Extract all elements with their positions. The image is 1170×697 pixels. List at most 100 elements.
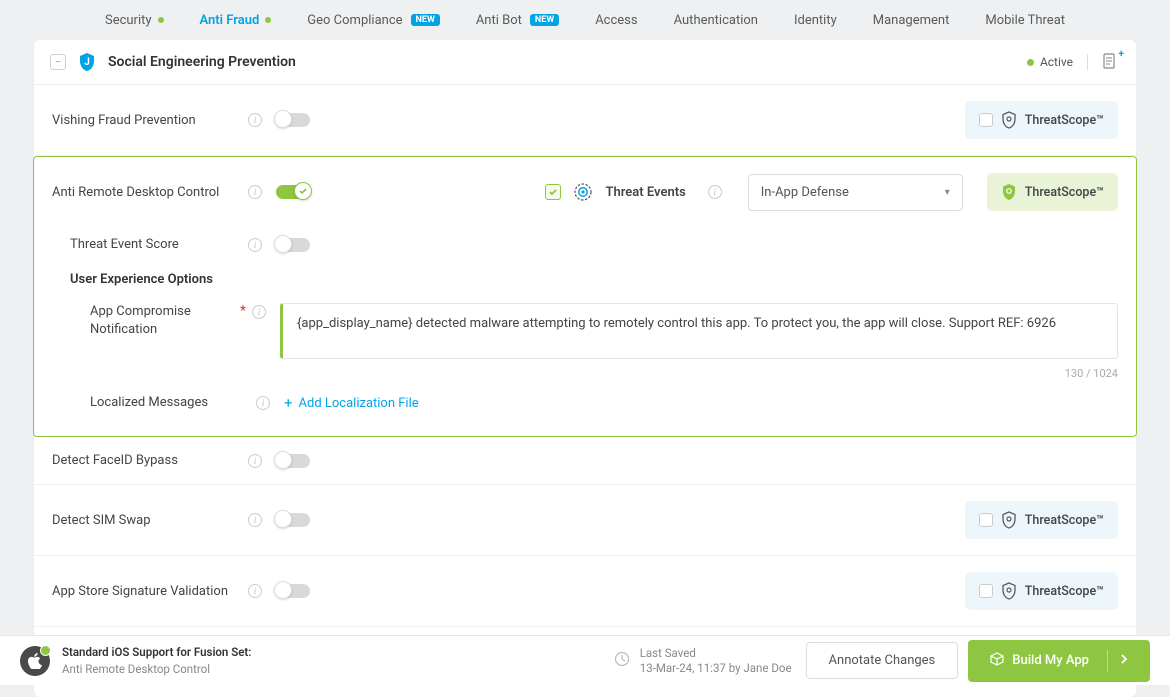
chevron-right-icon — [1120, 653, 1128, 669]
dropdown-value: In-App Defense — [761, 185, 849, 200]
add-localization-label: Add Localization File — [299, 396, 419, 411]
tab-label: Identity — [794, 13, 837, 28]
shield-icon — [1001, 183, 1017, 201]
tab-identity[interactable]: Identity — [776, 0, 855, 40]
collapse-button[interactable]: − — [50, 54, 66, 70]
defense-dropdown[interactable]: In-App Defense ▾ — [748, 174, 963, 211]
row-label: Detect FaceID Bypass — [52, 453, 248, 468]
tab-authentication[interactable]: Authentication — [656, 0, 776, 40]
row-label: Detect SIM Swap — [52, 513, 248, 528]
threatscope-label: ThreatScope™ — [1025, 185, 1104, 200]
toggle-appstore-signature[interactable] — [276, 584, 310, 598]
divider — [1107, 650, 1108, 672]
cube-icon — [990, 652, 1004, 670]
add-document-button[interactable] — [1102, 53, 1120, 71]
tab-anti-bot[interactable]: Anti Bot NEW — [458, 0, 577, 40]
tab-management[interactable]: Management — [855, 0, 968, 40]
toggle-vishing[interactable] — [276, 113, 310, 127]
threatscope-badge[interactable]: ThreatScope™ — [965, 101, 1118, 139]
tab-geo-compliance[interactable]: Geo Compliance NEW — [289, 0, 458, 40]
toggle-sim-swap[interactable] — [276, 513, 310, 527]
shield-icon — [1001, 111, 1017, 129]
annotate-changes-button[interactable]: Annotate Changes — [806, 642, 959, 679]
info-icon[interactable]: i — [248, 113, 262, 127]
tab-anti-fraud[interactable]: Anti Fraud — [182, 0, 290, 40]
tab-label: Anti Fraud — [200, 13, 260, 28]
info-icon[interactable]: i — [248, 454, 262, 468]
toggle-threat-event-score[interactable] — [276, 238, 310, 252]
toggle-faceid-bypass[interactable] — [276, 454, 310, 468]
prevention-card: − J Social Engineering Prevention Active… — [34, 40, 1136, 697]
divider — [1087, 54, 1088, 70]
threatscope-label: ThreatScope™ — [1025, 513, 1104, 528]
status-dot-icon — [1027, 59, 1034, 66]
threat-events-label: Threat Events — [605, 185, 685, 200]
svg-text:J: J — [84, 57, 90, 68]
threatscope-badge[interactable]: ThreatScope™ — [987, 173, 1118, 211]
active-status: Active — [1027, 55, 1073, 69]
shield-icon — [1001, 511, 1017, 529]
build-my-app-button[interactable]: Build My App — [968, 640, 1150, 682]
tab-label: Geo Compliance — [307, 13, 402, 28]
threatscope-badge[interactable]: ThreatScope™ — [965, 501, 1118, 539]
notification-label: App Compromise Notification — [90, 303, 240, 339]
footer-subtitle: Anti Remote Desktop Control — [62, 661, 251, 677]
shield-icon: J — [78, 52, 96, 72]
tab-label: Mobile Threat — [985, 13, 1065, 28]
apple-icon — [20, 646, 50, 676]
status-label: Active — [1040, 55, 1073, 69]
toggle-anti-remote-desktop[interactable] — [276, 185, 310, 199]
card-header: − J Social Engineering Prevention Active — [34, 40, 1136, 85]
row-appstore-signature: App Store Signature Validation i ThreatS… — [34, 556, 1136, 627]
user-experience-heading: User Experience Options — [70, 272, 248, 287]
threat-events-checkbox[interactable] — [545, 184, 561, 200]
status-dot-icon — [158, 17, 164, 23]
row-label: Anti Remote Desktop Control — [52, 185, 248, 200]
add-localization-button[interactable]: + Add Localization File — [284, 394, 419, 412]
threatscope-badge[interactable]: ThreatScope™ — [965, 572, 1118, 610]
row-anti-remote-desktop: Anti Remote Desktop Control i Threat Eve… — [33, 156, 1137, 437]
tab-label: Authentication — [674, 13, 758, 28]
threatscope-label: ThreatScope™ — [1025, 113, 1104, 128]
tab-access[interactable]: Access — [577, 0, 655, 40]
plus-icon: + — [284, 394, 293, 412]
tab-label: Access — [595, 13, 637, 28]
chevron-down-icon: ▾ — [945, 187, 950, 198]
checkbox[interactable] — [979, 513, 993, 527]
tab-label: Management — [873, 13, 950, 28]
required-star-icon: * — [240, 303, 246, 319]
info-icon[interactable]: i — [248, 513, 262, 527]
info-icon[interactable]: i — [256, 396, 270, 410]
sub-options: Threat Event Score i User Experience Opt… — [34, 227, 1136, 436]
sub-label: Threat Event Score — [70, 237, 248, 252]
shield-icon — [1001, 582, 1017, 600]
notification-textarea[interactable] — [280, 303, 1118, 359]
footer-bar: Standard iOS Support for Fusion Set: Ant… — [0, 635, 1170, 685]
info-icon[interactable]: i — [248, 238, 262, 252]
row-label: Vishing Fraud Prevention — [52, 113, 248, 128]
tab-security[interactable]: Security — [87, 0, 182, 40]
tab-mobile-threat[interactable]: Mobile Threat — [967, 0, 1083, 40]
row-faceid-bypass: Detect FaceID Bypass i — [34, 437, 1136, 485]
row-vishing: Vishing Fraud Prevention i ThreatScope™ — [34, 85, 1136, 156]
checkbox[interactable] — [979, 584, 993, 598]
info-icon[interactable]: i — [248, 584, 262, 598]
top-nav: Security Anti Fraud Geo Compliance NEW A… — [0, 0, 1170, 40]
info-icon[interactable]: i — [708, 185, 722, 199]
row-label: App Store Signature Validation — [52, 584, 248, 599]
info-icon[interactable]: i — [252, 305, 266, 319]
footer-title: Standard iOS Support for Fusion Set: — [62, 644, 251, 660]
button-label: Annotate Changes — [829, 653, 936, 668]
char-count: 130 / 1024 — [280, 367, 1118, 380]
last-saved-label: Last Saved — [640, 646, 792, 661]
localized-label: Localized Messages — [90, 394, 240, 412]
checkbox[interactable] — [979, 113, 993, 127]
status-dot-icon — [265, 17, 271, 23]
new-badge: NEW — [411, 14, 440, 26]
info-icon[interactable]: i — [248, 185, 262, 199]
threatscope-label: ThreatScope™ — [1025, 584, 1104, 599]
new-badge: NEW — [530, 14, 559, 26]
row-sim-swap: Detect SIM Swap i ThreatScope™ — [34, 485, 1136, 556]
history-icon[interactable] — [614, 651, 630, 670]
threat-events-gear-icon[interactable] — [573, 182, 593, 202]
